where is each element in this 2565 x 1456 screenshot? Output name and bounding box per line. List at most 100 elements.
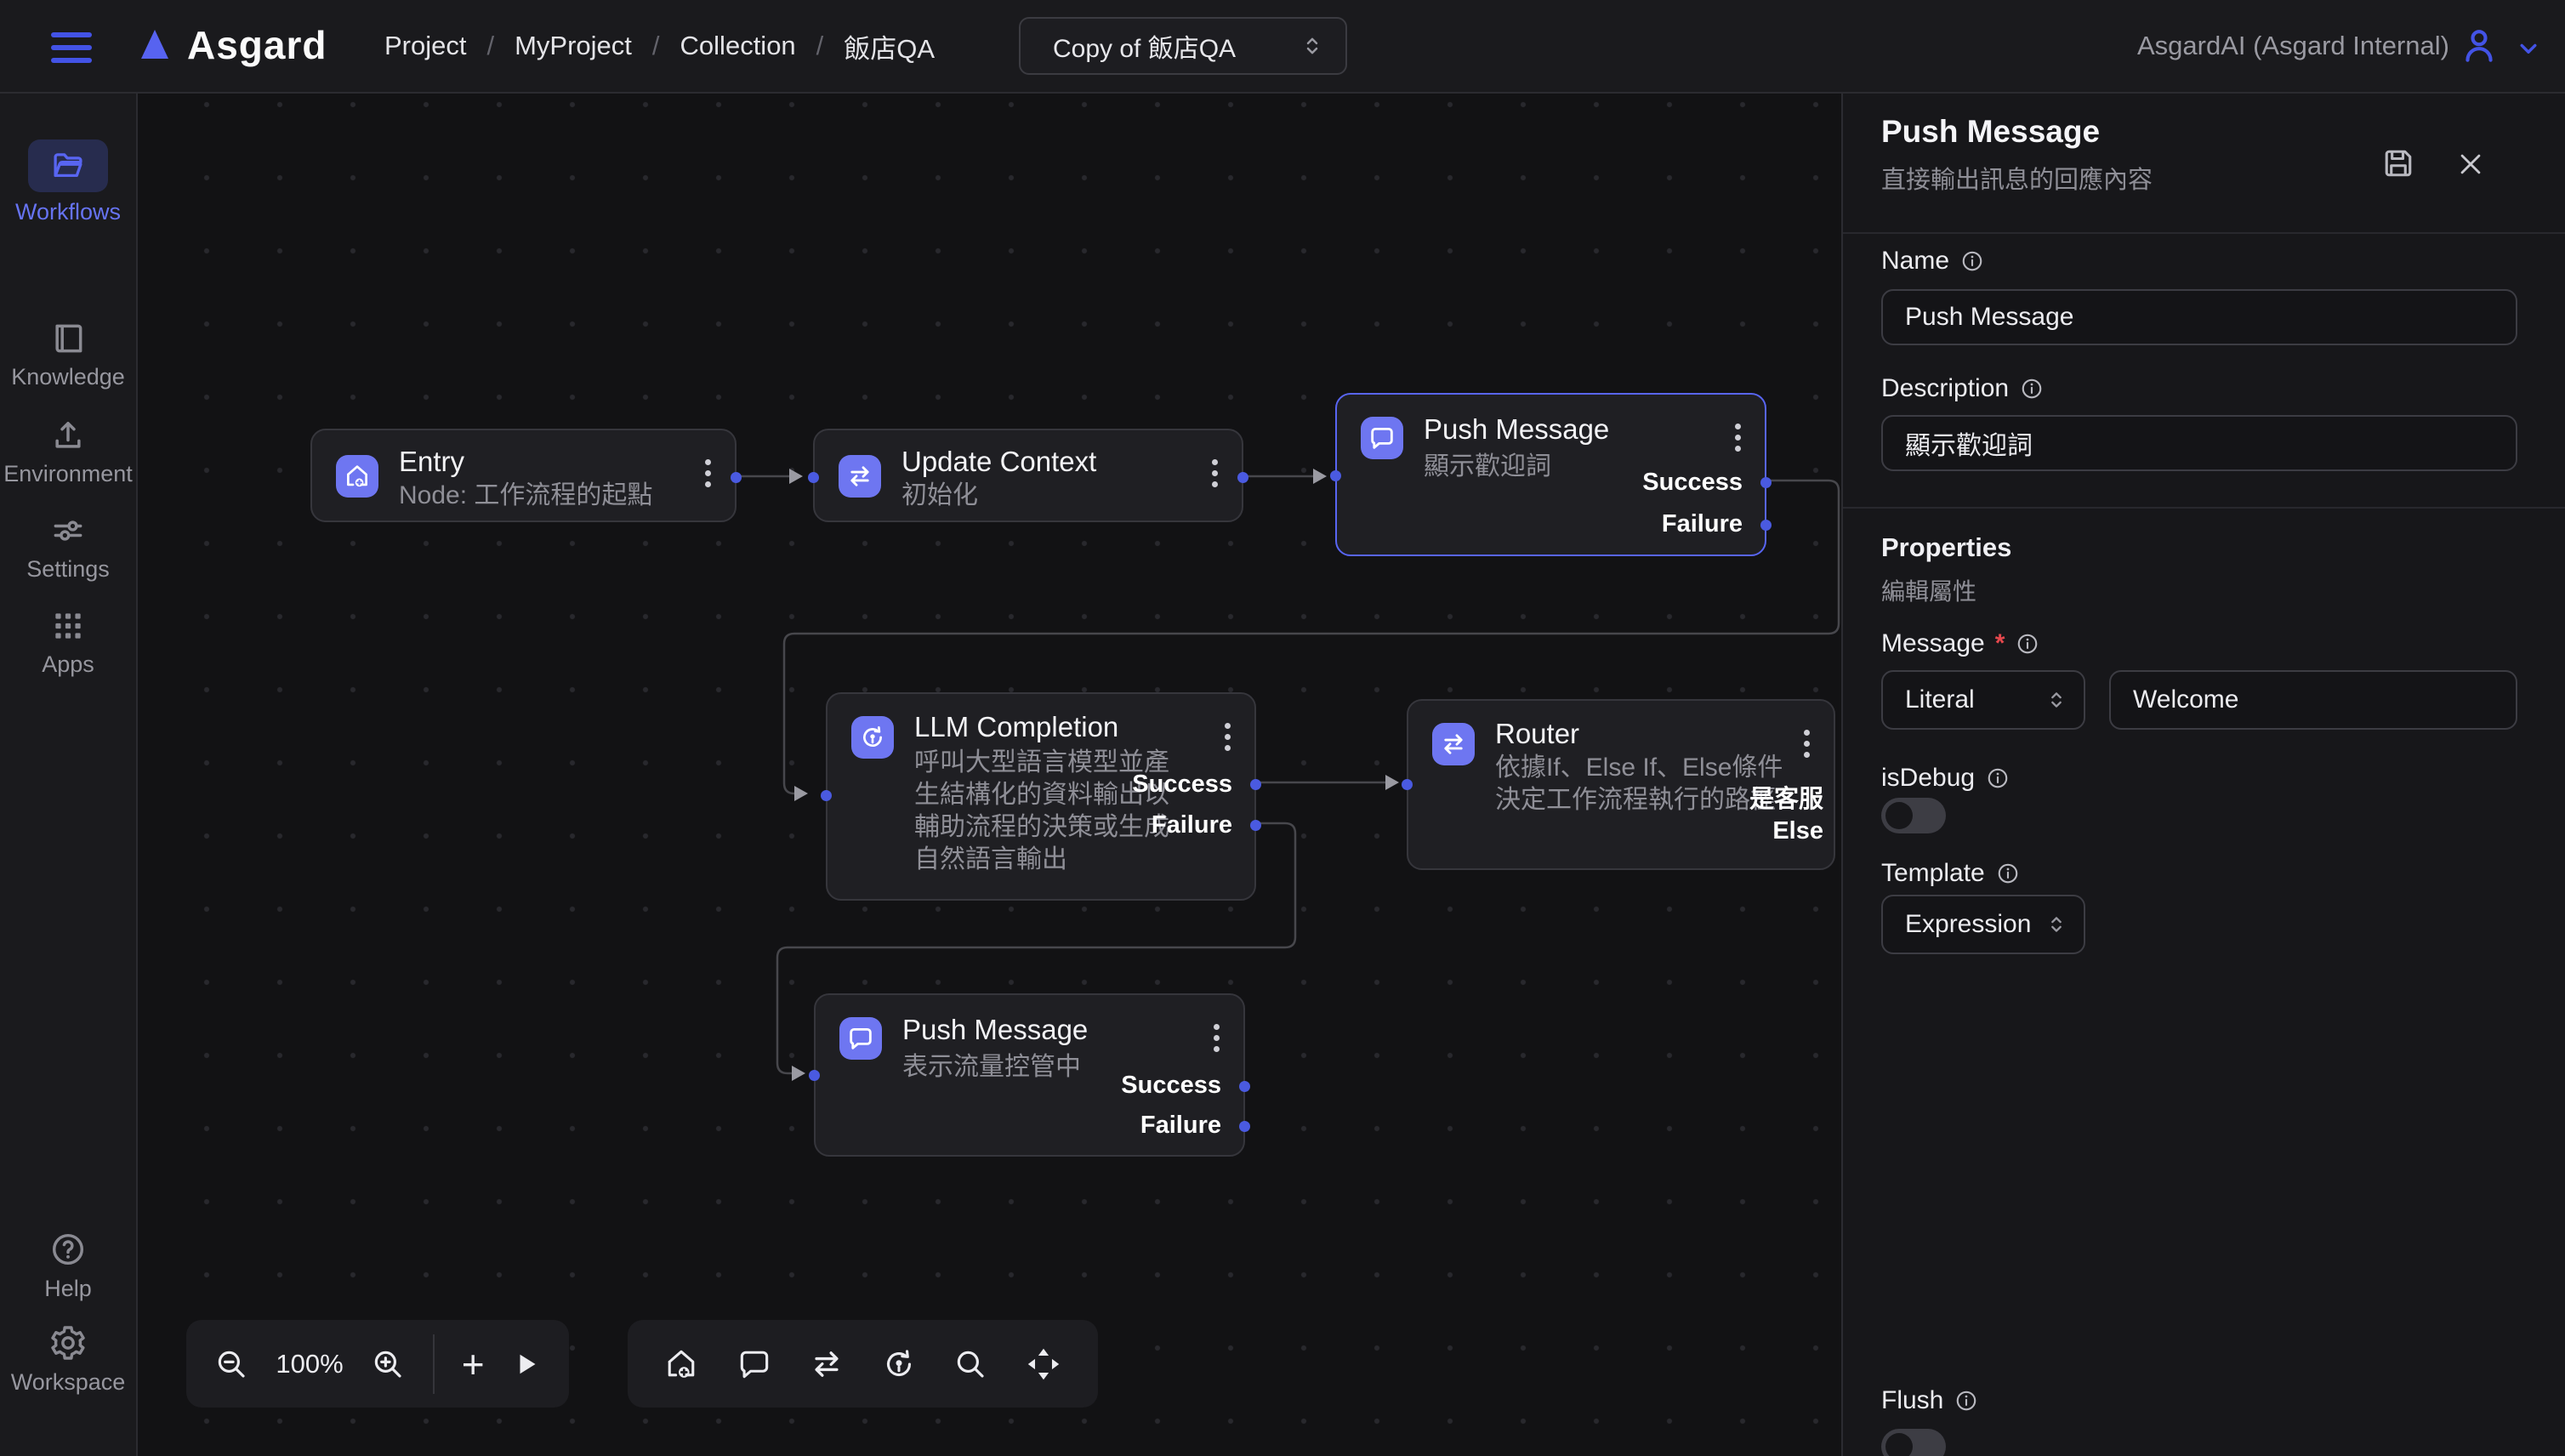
node-menu-button[interactable] [1212,454,1218,492]
message-type-select[interactable]: Literal [1881,670,2085,730]
breadcrumb-separator: / [652,31,660,61]
properties-title: Properties [1881,532,2011,563]
breadcrumb-item[interactable]: 飯店QA [844,27,935,65]
sidebar-item-apps[interactable]: Apps [0,607,136,678]
message-value-input[interactable] [2109,670,2517,730]
sidebar-item-workspace[interactable]: Workspace [0,1323,136,1396]
upload-icon [49,417,87,454]
output-port-failure[interactable] [1239,1121,1250,1132]
auto-layout-button[interactable] [1024,1345,1063,1384]
node-subtitle: 呼叫大型語言模型並產生結構化的資料輸出以輔助流程的決策或生成自然語言輸出 [914,747,1186,876]
output-port-label: Success [1132,771,1232,799]
flush-toggle[interactable] [1881,1429,1946,1456]
sidebar-item-workflows[interactable]: Workflows [0,139,136,225]
input-port[interactable] [1330,470,1341,481]
sliders-icon [49,512,87,549]
node-push-message-1[interactable]: Push Message 顯示歡迎詞 Success Failure [1335,393,1766,556]
workflow-selector[interactable]: Copy of 飯店QA [1019,17,1347,75]
node-menu-button[interactable] [1214,1019,1220,1057]
output-port-label: 是客服 [1749,779,1823,815]
input-port[interactable] [808,472,819,483]
top-bar: Asgard Project / MyProject / Collection … [0,0,2565,94]
description-label: Description [1881,374,2045,403]
node-subtitle: 初始化 [901,480,1225,512]
message-label: Message * [1881,629,2040,658]
swap-arrows-icon [1432,723,1475,765]
user-icon[interactable] [2458,24,2500,66]
zoom-level: 100% [276,1349,343,1379]
search-nodes-button[interactable] [953,1346,988,1382]
add-llm-completion-node-button[interactable] [880,1345,918,1383]
sidebar-item-knowledge[interactable]: Knowledge [0,320,136,390]
close-icon[interactable] [2456,150,2485,179]
sidebar-item-help[interactable]: Help [0,1230,136,1302]
node-palette-toolbar [628,1320,1098,1408]
output-port-label: Failure [1662,510,1743,538]
name-input[interactable] [1881,289,2517,345]
node-menu-button[interactable] [1225,718,1231,756]
sidebar-item-environment[interactable]: Environment [0,417,136,487]
node-menu-button[interactable] [1735,418,1741,457]
menu-icon[interactable] [51,32,92,63]
zoom-in-button[interactable] [370,1346,406,1382]
node-update-context[interactable]: Update Context 初始化 [813,429,1243,522]
breadcrumb-item[interactable]: Project [384,31,466,61]
chevron-down-icon[interactable] [2514,34,2543,63]
node-menu-button[interactable] [705,454,711,492]
chat-bubble-icon [1361,417,1403,459]
input-port[interactable] [821,790,832,801]
add-button[interactable]: + [462,1341,485,1387]
apps-grid-icon [49,607,87,645]
add-push-message-node-button[interactable] [736,1345,773,1383]
save-button[interactable] [2380,145,2417,182]
required-marker: * [1995,629,2005,658]
add-update-context-node-button[interactable] [808,1345,845,1383]
node-subtitle: Node: 工作流程的起點 [399,480,722,512]
breadcrumb-item[interactable]: MyProject [515,31,632,61]
isdebug-toggle[interactable] [1881,798,1946,833]
info-icon [2019,376,2045,401]
node-title: Push Message [1424,413,1609,446]
add-entry-node-button[interactable] [663,1345,700,1383]
output-port-success[interactable] [1250,779,1261,790]
info-icon [1954,1388,1979,1413]
output-port-label: Success [1121,1072,1221,1100]
run-button[interactable] [511,1349,542,1379]
node-title: Update Context [901,446,1096,478]
node-entry[interactable]: Entry Node: 工作流程的起點 [310,429,737,522]
flush-label: Flush [1881,1386,1979,1415]
name-label: Name [1881,247,1985,276]
input-port[interactable] [1402,779,1413,790]
node-menu-button[interactable] [1804,725,1810,763]
output-port-success[interactable] [1760,477,1772,488]
info-icon [1995,861,2021,886]
swap-arrows-icon [839,455,881,498]
template-select[interactable]: Expression [1881,895,2085,954]
template-label: Template [1881,859,2021,888]
breadcrumb-separator: / [486,31,494,61]
node-llm-completion[interactable]: LLM Completion 呼叫大型語言模型並產生結構化的資料輸出以輔助流程的… [826,692,1256,901]
output-port-failure[interactable] [1250,820,1261,831]
node-title: Entry [399,446,464,478]
info-icon [1985,765,2010,791]
output-port-label: Else [1772,817,1823,845]
zoom-out-button[interactable] [213,1346,249,1382]
properties-subtitle: 編輯屬性 [1881,573,1976,607]
output-port[interactable] [731,472,742,483]
node-router[interactable]: Router 依據If、Else If、Else條件決定工作流程執行的路徑 是客… [1407,699,1835,870]
chat-bubble-icon [839,1017,882,1060]
output-port[interactable] [1237,472,1248,483]
toolbar-divider [433,1334,435,1394]
node-push-message-2[interactable]: Push Message 表示流量控管中 Success Failure [814,993,1245,1157]
chevron-updown-icon [2045,913,2068,936]
input-port[interactable] [809,1070,820,1081]
brand-name[interactable]: Asgard [187,22,327,68]
sidebar-item-settings[interactable]: Settings [0,512,136,583]
output-port-label: Failure [1152,811,1232,839]
description-input[interactable] [1881,415,2517,471]
output-port-success[interactable] [1239,1081,1250,1092]
output-port-failure[interactable] [1760,520,1772,531]
asgard-logo[interactable] [134,24,175,65]
breadcrumb-item[interactable]: Collection [680,31,796,61]
output-port-label: Success [1642,469,1743,497]
